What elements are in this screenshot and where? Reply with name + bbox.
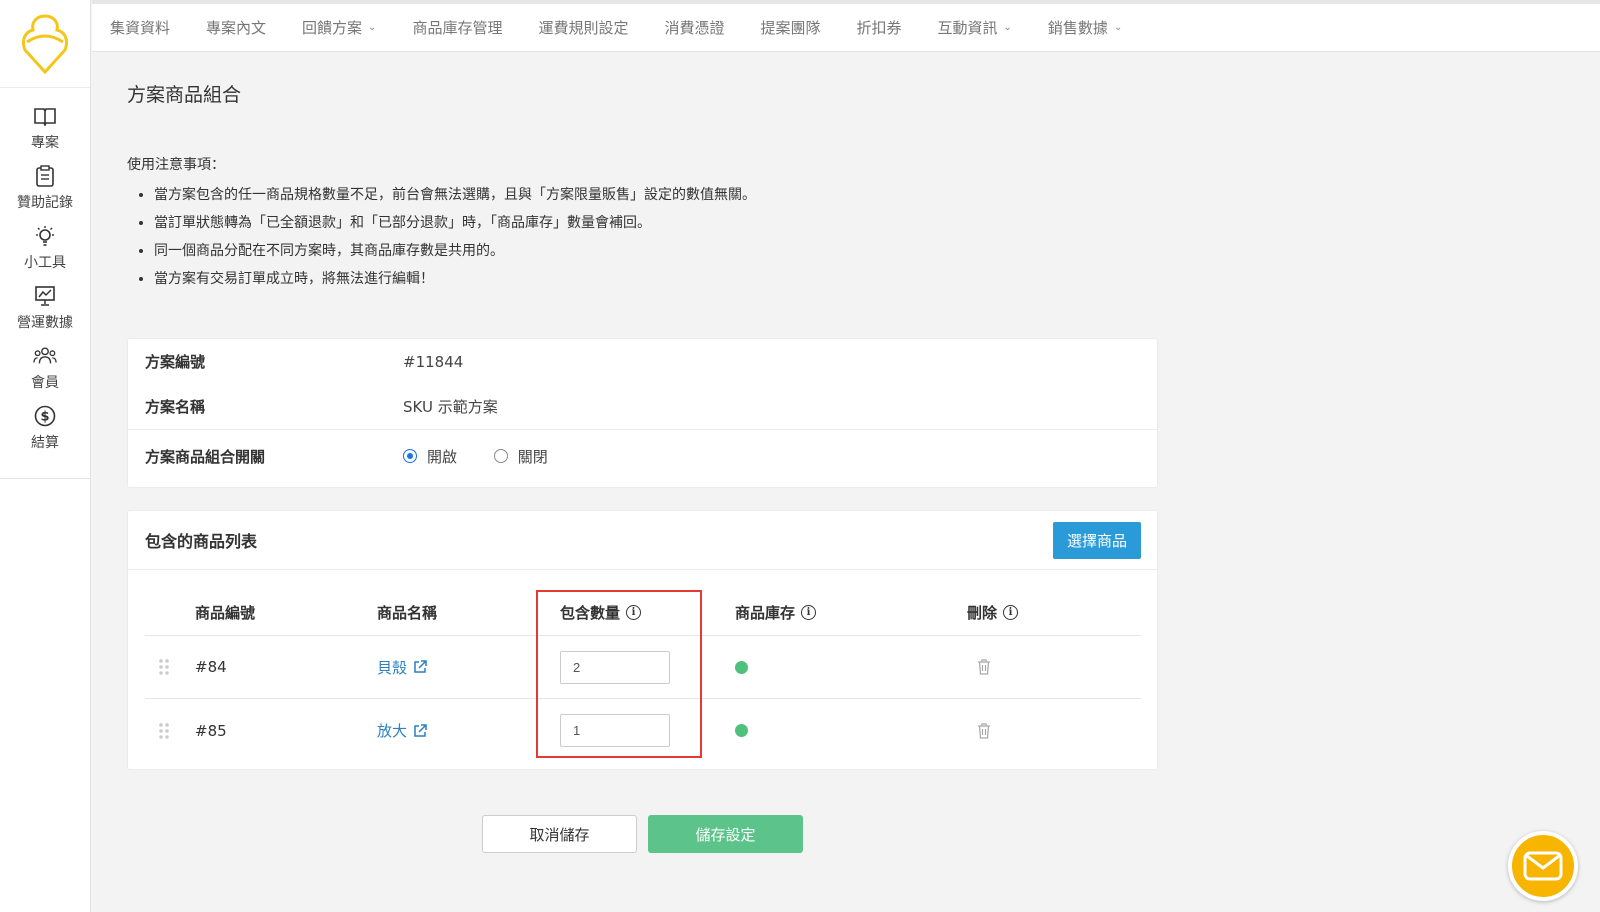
select-products-button[interactable]: 選擇商品 (1052, 521, 1141, 559)
plan-name-value: SKU 示範方案 (403, 398, 498, 416)
note-item: 當訂單狀態轉為「已全額退款」和「已部分退款」時，「商品庫存」數量會補回。 (154, 214, 756, 232)
bundle-switch-row: 方案商品組合開關 開啟 關閉 (128, 429, 1157, 483)
product-id: #85 (195, 721, 227, 740)
col-stock: 商品庫存 i (735, 602, 817, 623)
dollar-icon: $ (33, 404, 57, 428)
chart-icon (33, 284, 57, 308)
chat-button[interactable] (1508, 831, 1578, 901)
svg-text:$: $ (40, 410, 49, 425)
tab-coupons[interactable]: 折扣券 (857, 17, 902, 38)
sidebar-item-label: 結算 (31, 435, 59, 451)
usage-notes: 使用注意事項： 當方案包含的任一商品規格數量不足，前台會無法選購，且與「方案限量… (127, 154, 756, 298)
note-item: 當方案有交易訂單成立時，將無法進行編輯！ (154, 270, 756, 288)
external-link-icon (414, 723, 427, 737)
clipboard-icon (33, 164, 57, 188)
plan-name-row: 方案名稱 SKU 示範方案 (128, 384, 1157, 429)
product-list-header: 包含的商品列表 選擇商品 (128, 511, 1157, 570)
col-product-id: 商品編號 (195, 603, 256, 622)
book-icon (33, 104, 57, 128)
drag-handle-icon[interactable] (159, 722, 169, 739)
tab-team[interactable]: 提案團隊 (760, 17, 820, 38)
radio-off[interactable]: 關閉 (493, 446, 548, 467)
product-name-link[interactable]: 貝殼 (377, 657, 427, 678)
radio-off-label: 關閉 (517, 447, 548, 466)
cancel-button[interactable]: 取消儲存 (482, 815, 637, 853)
sidebar-item-tools[interactable]: 小工具 (0, 218, 90, 278)
plan-id-value: #11844 (403, 352, 464, 371)
col-product-name: 商品名稱 (377, 603, 438, 622)
radio-on-indicator[interactable] (403, 449, 417, 464)
sidebar-item-label: 專案 (31, 135, 59, 151)
top-navigation: 集資資料 專案內文 回饋方案 ⌄ 商品庫存管理 運費規則設定 消費憑證 提案團隊 … (92, 0, 1600, 52)
note-item: 同一個商品分配在不同方案時，其商品庫存數是共用的。 (154, 242, 756, 260)
save-button[interactable]: 儲存設定 (648, 815, 803, 853)
plan-id-row: 方案編號 #11844 (128, 339, 1157, 384)
chevron-down-icon: ⌄ (368, 22, 377, 33)
chevron-down-icon: ⌄ (1113, 22, 1123, 33)
sidebar-item-label: 贊助記錄 (17, 195, 73, 211)
delete-icon[interactable] (977, 659, 991, 675)
plan-info-card: 方案編號 #11844 方案名稱 SKU 示範方案 方案商品組合開關 開啟 關閉 (127, 338, 1158, 488)
tab-reward-plans[interactable]: 回饋方案 ⌄ (302, 17, 376, 38)
product-list-title: 包含的商品列表 (145, 532, 258, 551)
stock-status-indicator (735, 660, 748, 674)
sidebar-item-analytics[interactable]: 營運數據 (0, 278, 90, 338)
logo[interactable] (0, 0, 90, 88)
sidebar-item-label: 小工具 (24, 255, 66, 271)
sidebar-item-project[interactable]: 專案 (0, 98, 90, 158)
tab-inventory[interactable]: 商品庫存管理 (412, 17, 502, 38)
sidebar-item-members[interactable]: 會員 (0, 338, 90, 398)
radio-on[interactable]: 開啟 (403, 446, 457, 467)
tab-interactions[interactable]: 互動資訊 ⌄ (938, 17, 1012, 38)
col-delete: 刪除 i (967, 602, 1019, 623)
tab-shipping-rules[interactable]: 運費規則設定 (538, 17, 628, 38)
mail-icon (1523, 851, 1563, 881)
tab-sales-data[interactable]: 銷售數據 ⌄ (1048, 17, 1122, 38)
tab-receipts[interactable]: 消費憑證 (664, 17, 724, 38)
chevron-down-icon: ⌄ (1003, 22, 1012, 33)
radio-off-indicator[interactable] (493, 449, 508, 464)
drag-handle-icon[interactable] (159, 659, 169, 675)
sidebar-item-label: 營運數據 (17, 315, 73, 331)
info-icon[interactable]: i (1003, 604, 1019, 620)
plan-id-label: 方案編號 (145, 353, 206, 371)
plan-name-label: 方案名稱 (145, 398, 206, 416)
bundle-switch-label: 方案商品組合開關 (145, 448, 266, 466)
quantity-highlight-box (536, 590, 702, 758)
logo-icon (21, 13, 69, 74)
product-name-link[interactable]: 放大 (377, 720, 427, 741)
note-item: 當方案包含的任一商品規格數量不足，前台會無法選購，且與「方案限量販售」設定的數值… (154, 186, 756, 204)
tab-crowdfunding-info[interactable]: 集資資料 (110, 17, 170, 38)
sidebar-divider (0, 478, 90, 479)
product-id: #84 (195, 658, 227, 676)
radio-on-label: 開啟 (427, 447, 458, 466)
notes-title: 使用注意事項： (127, 157, 225, 173)
stock-status-indicator (735, 724, 748, 737)
sidebar-item-sponsor-records[interactable]: 贊助記錄 (0, 158, 90, 218)
info-icon[interactable]: i (801, 604, 817, 620)
sidebar-item-label: 會員 (31, 375, 59, 391)
external-link-icon (414, 660, 427, 673)
page-title: 方案商品組合 (127, 84, 242, 106)
tab-project-content[interactable]: 專案內文 (206, 17, 266, 38)
users-icon (33, 344, 57, 368)
sidebar: 專案 贊助記錄 小工具 營運數據 會員 $ 結算 (0, 0, 91, 912)
delete-icon[interactable] (977, 722, 991, 739)
lightbulb-icon (33, 224, 57, 248)
sidebar-item-settlement[interactable]: $ 結算 (0, 398, 90, 458)
